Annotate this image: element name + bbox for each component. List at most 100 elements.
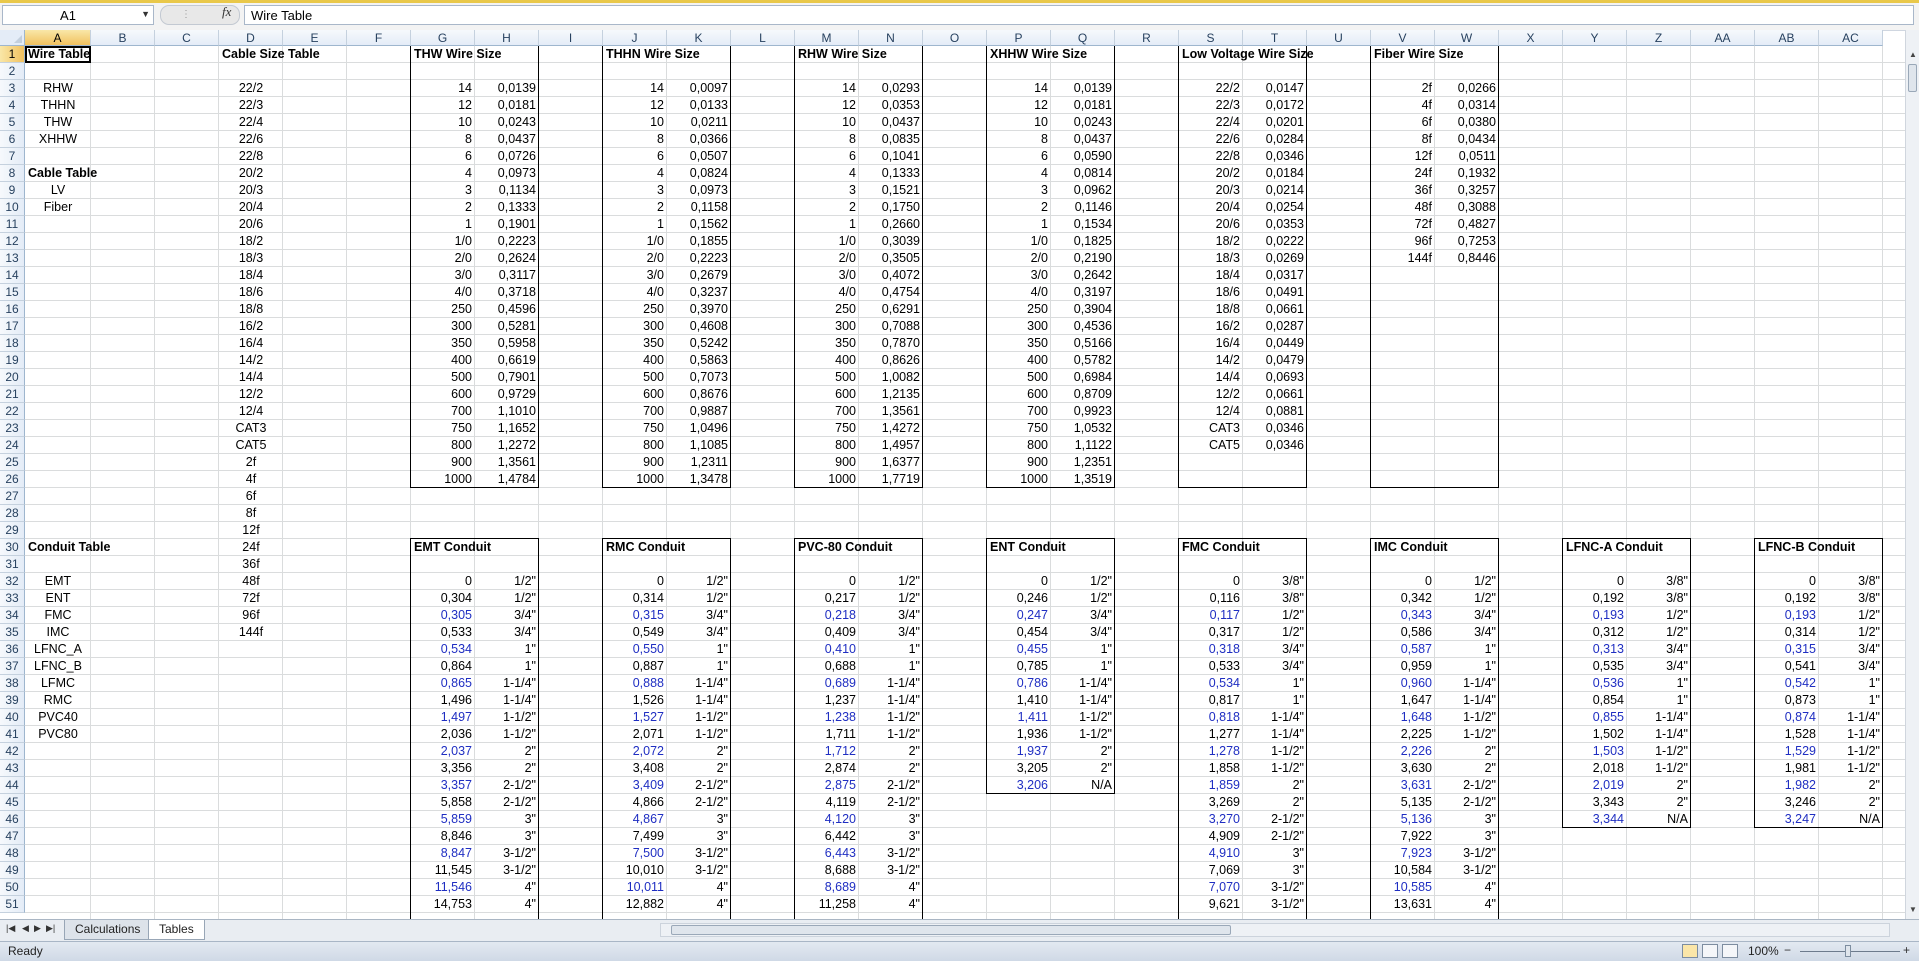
cell-Q14[interactable]: 0,2642: [1051, 267, 1115, 284]
zoom-level[interactable]: 100%: [1748, 944, 1779, 958]
row-header[interactable]: 30: [0, 539, 25, 556]
cell-N12[interactable]: 0,3039: [859, 233, 923, 250]
cell-W34[interactable]: 3/4": [1435, 607, 1499, 624]
cell-W13[interactable]: 0,8446: [1435, 250, 1499, 267]
cell-P32[interactable]: 0: [987, 573, 1051, 590]
cell-K11[interactable]: 0,1562: [667, 216, 731, 233]
cell-G10[interactable]: 2: [411, 199, 475, 216]
cell-G38[interactable]: 0,865: [411, 675, 475, 692]
cell-D32[interactable]: 48f: [219, 573, 283, 590]
cell-S32[interactable]: 0: [1179, 573, 1243, 590]
cell-V50[interactable]: 10,585: [1371, 879, 1435, 896]
cell-T10[interactable]: 0,0254: [1243, 199, 1307, 216]
cell-V51[interactable]: 13,631: [1371, 896, 1435, 913]
cell-M4[interactable]: 12: [795, 97, 859, 114]
cell-T41[interactable]: 1-1/4": [1243, 726, 1307, 743]
row-header[interactable]: 29: [0, 522, 25, 539]
cell-J21[interactable]: 600: [603, 386, 667, 403]
cell-V41[interactable]: 2,225: [1371, 726, 1435, 743]
cell-Y32[interactable]: 0: [1563, 573, 1627, 590]
cell-T23[interactable]: 0,0346: [1243, 420, 1307, 437]
cell-J44[interactable]: 3,409: [603, 777, 667, 794]
cell-W49[interactable]: 3-1/2": [1435, 862, 1499, 879]
cell-Q9[interactable]: 0,0962: [1051, 182, 1115, 199]
cell-W44[interactable]: 2-1/2": [1435, 777, 1499, 794]
cell-Y42[interactable]: 1,503: [1563, 743, 1627, 760]
cell-P44[interactable]: 3,206: [987, 777, 1051, 794]
cell-N3[interactable]: 0,0293: [859, 80, 923, 97]
cell-S18[interactable]: 16/4: [1179, 335, 1243, 352]
cell-J16[interactable]: 250: [603, 301, 667, 318]
row-header[interactable]: 27: [0, 488, 25, 505]
cell-H44[interactable]: 2-1/2": [475, 777, 539, 794]
cell-H51[interactable]: 4": [475, 896, 539, 913]
cell-G12[interactable]: 1/0: [411, 233, 475, 250]
cell-N16[interactable]: 0,6291: [859, 301, 923, 318]
cell-H21[interactable]: 0,9729: [475, 386, 539, 403]
cell-M9[interactable]: 3: [795, 182, 859, 199]
cell-AC40[interactable]: 1-1/4": [1819, 709, 1883, 726]
cell-W4[interactable]: 0,0314: [1435, 97, 1499, 114]
cell-Q39[interactable]: 1-1/4": [1051, 692, 1115, 709]
cell-N4[interactable]: 0,0353: [859, 97, 923, 114]
cell-A30[interactable]: Conduit Table: [25, 539, 155, 556]
cell-Y46[interactable]: 3,344: [1563, 811, 1627, 828]
cell-S3[interactable]: 22/2: [1179, 80, 1243, 97]
cell-P9[interactable]: 3: [987, 182, 1051, 199]
cell-D34[interactable]: 96f: [219, 607, 283, 624]
column-header[interactable]: P: [987, 30, 1051, 46]
cell-P8[interactable]: 4: [987, 165, 1051, 182]
cell-M51[interactable]: 11,258: [795, 896, 859, 913]
cell-Q44[interactable]: N/A: [1051, 777, 1115, 794]
cell-T38[interactable]: 1": [1243, 675, 1307, 692]
cell-J9[interactable]: 3: [603, 182, 667, 199]
cell-P10[interactable]: 2: [987, 199, 1051, 216]
scroll-down-icon[interactable]: ▼: [1907, 903, 1919, 917]
cell-V37[interactable]: 0,959: [1371, 658, 1435, 675]
cell-H45[interactable]: 2-1/2": [475, 794, 539, 811]
cell-J15[interactable]: 4/0: [603, 284, 667, 301]
cell-S47[interactable]: 4,909: [1179, 828, 1243, 845]
cell-Q42[interactable]: 2": [1051, 743, 1115, 760]
column-header[interactable]: G: [411, 30, 475, 46]
cell-K23[interactable]: 1,0496: [667, 420, 731, 437]
cell-AB39[interactable]: 0,873: [1755, 692, 1819, 709]
cell-Q21[interactable]: 0,8709: [1051, 386, 1115, 403]
cell-J36[interactable]: 0,550: [603, 641, 667, 658]
cell-G40[interactable]: 1,497: [411, 709, 475, 726]
row-header[interactable]: 43: [0, 760, 25, 777]
cell-D8[interactable]: 20/2: [219, 165, 283, 182]
cell-T42[interactable]: 1-1/2": [1243, 743, 1307, 760]
cell-M34[interactable]: 0,218: [795, 607, 859, 624]
cell-K37[interactable]: 1": [667, 658, 731, 675]
cell-Q20[interactable]: 0,6984: [1051, 369, 1115, 386]
cell-P34[interactable]: 0,247: [987, 607, 1051, 624]
cell-D35[interactable]: 144f: [219, 624, 283, 641]
cell-P30[interactable]: ENT Conduit: [987, 539, 1115, 556]
cell-T48[interactable]: 3": [1243, 845, 1307, 862]
cell-V9[interactable]: 36f: [1371, 182, 1435, 199]
cell-AB43[interactable]: 1,981: [1755, 760, 1819, 777]
cell-P18[interactable]: 350: [987, 335, 1051, 352]
column-header[interactable]: T: [1243, 30, 1307, 46]
row-header[interactable]: 19: [0, 352, 25, 369]
cell-P43[interactable]: 3,205: [987, 760, 1051, 777]
cell-D10[interactable]: 20/4: [219, 199, 283, 216]
cell-M5[interactable]: 10: [795, 114, 859, 131]
cell-AC45[interactable]: 2": [1819, 794, 1883, 811]
column-header[interactable]: C: [155, 30, 219, 46]
cell-S40[interactable]: 0,818: [1179, 709, 1243, 726]
cell-Z38[interactable]: 1": [1627, 675, 1691, 692]
cell-D6[interactable]: 22/6: [219, 131, 283, 148]
cell-P40[interactable]: 1,411: [987, 709, 1051, 726]
cell-M17[interactable]: 300: [795, 318, 859, 335]
cell-S16[interactable]: 18/8: [1179, 301, 1243, 318]
cell-Y34[interactable]: 0,193: [1563, 607, 1627, 624]
cell-J46[interactable]: 4,867: [603, 811, 667, 828]
cell-J24[interactable]: 800: [603, 437, 667, 454]
cell-P5[interactable]: 10: [987, 114, 1051, 131]
cell-W40[interactable]: 1-1/2": [1435, 709, 1499, 726]
cell-J35[interactable]: 0,549: [603, 624, 667, 641]
cell-N13[interactable]: 0,3505: [859, 250, 923, 267]
cell-W35[interactable]: 3/4": [1435, 624, 1499, 641]
